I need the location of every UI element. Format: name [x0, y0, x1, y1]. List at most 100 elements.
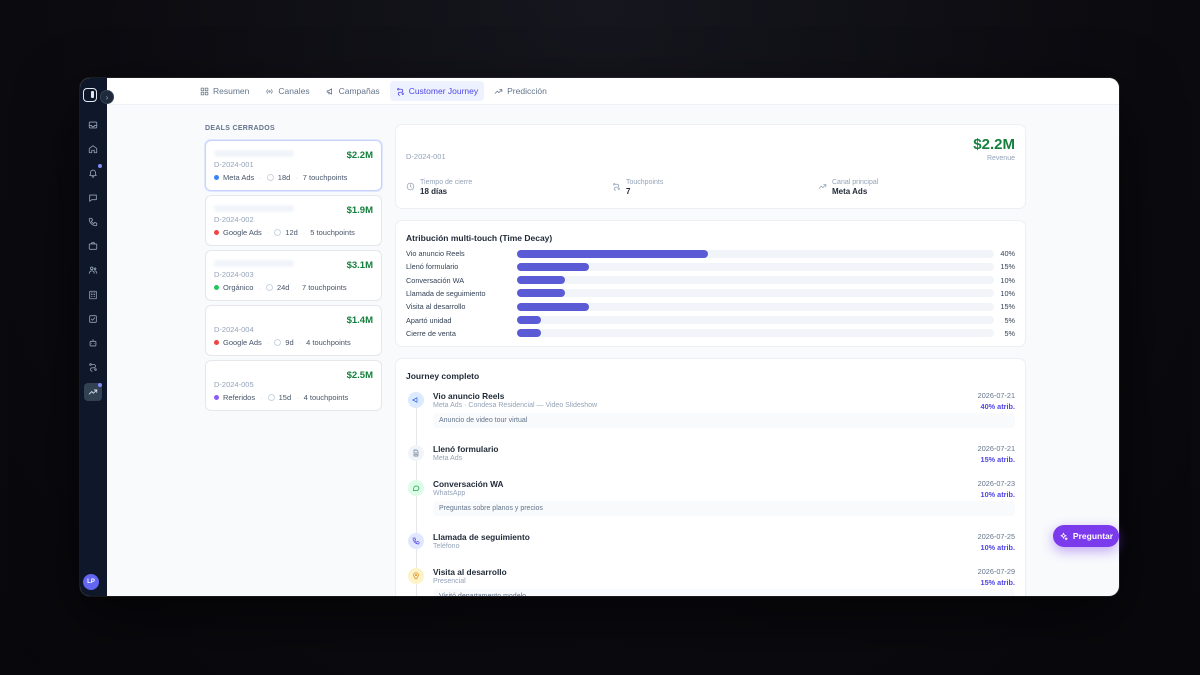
- journey-step-date: 2026-07-29: [977, 567, 1015, 576]
- clock-icon: [267, 394, 275, 401]
- clock-icon: [274, 339, 282, 346]
- trending-up-icon: [818, 184, 827, 189]
- deal-card[interactable]: D-2024-003 $3.1M Orgánico · 24d · 7 touc…: [205, 250, 382, 301]
- tab-campanas[interactable]: Campañas: [320, 81, 386, 101]
- deal-meta: Google Ads · 12d · 5 touchpoints: [214, 228, 355, 237]
- deal-meta: Orgánico · 24d · 7 touchpoints: [214, 283, 347, 292]
- deal-client-name-redacted: [214, 260, 294, 267]
- attribution-bar-track: [517, 316, 994, 324]
- journey-step-title: Vio anuncio Reels: [433, 391, 505, 401]
- attribution-label: Llenó formulario: [406, 262, 459, 272]
- stat-closing-time: Tiempo de cierre 18 días: [406, 179, 472, 196]
- journey-step-attribution: 10% atrib.: [980, 490, 1015, 499]
- attribution-label: Cierre de venta: [406, 328, 456, 338]
- attribution-bar-track: [517, 329, 994, 338]
- map-pin-icon: [408, 568, 424, 584]
- tab-label: Resumen: [213, 86, 250, 96]
- grid-icon: [200, 87, 209, 95]
- megaphone-icon: [408, 392, 424, 408]
- sidebar-trending-icon[interactable]: [84, 383, 102, 401]
- deal-client-name-redacted: [214, 150, 294, 157]
- app-logo-icon[interactable]: [83, 88, 97, 102]
- tab-resumen[interactable]: Resumen: [194, 81, 255, 101]
- sidebar-briefcase-icon[interactable]: [84, 237, 102, 255]
- journey-step-note: Visitó departamento modelo: [433, 589, 1015, 596]
- journey-step-note: Preguntas sobre planos y precios: [433, 501, 1015, 516]
- deal-summary-card: D-2024-001 $2.2M Revenue Tiempo de cierr…: [395, 124, 1026, 209]
- deal-card[interactable]: D-2024-001 $2.2M Meta Ads · 18d · 7 touc…: [205, 140, 382, 191]
- tab-customer-journey[interactable]: Customer Journey: [389, 81, 485, 101]
- notification-dot: [98, 164, 102, 168]
- attribution-label: Visita al desarrollo: [406, 302, 466, 312]
- journey-step-title: Llenó formulario: [433, 444, 499, 454]
- main-content: Resumen Canales Campañas Customer Journe…: [107, 78, 1119, 596]
- summary-deal-id: D-2024-001: [406, 152, 446, 161]
- attribution-pct: 10%: [1000, 288, 1015, 298]
- sidebar-checkbox-icon[interactable]: [84, 310, 102, 328]
- clock-icon: [274, 229, 282, 236]
- attribution-pct: 5%: [1004, 315, 1015, 325]
- sidebar-home-icon[interactable]: [84, 140, 102, 158]
- app-window: LP › Resumen Canales Campañas Customer J…: [80, 78, 1119, 596]
- deal-days: 12d: [285, 228, 298, 237]
- journey-step-date: 2026-07-25: [977, 532, 1015, 541]
- deal-card[interactable]: D-2024-005 $2.5M Referidos · 15d · 4 tou…: [205, 360, 382, 411]
- user-avatar[interactable]: LP: [83, 574, 99, 590]
- deal-card[interactable]: D-2024-002 $1.9M Google Ads · 12d · 5 to…: [205, 195, 382, 246]
- deal-channel: Google Ads: [223, 228, 262, 237]
- journey-step-source: Teléfono: [433, 543, 460, 550]
- route-icon: [396, 87, 404, 96]
- ask-button-label: Preguntar: [1072, 531, 1114, 541]
- journey-step-attribution: 15% atrib.: [980, 578, 1015, 587]
- attribution-bar-track: [517, 302, 994, 311]
- channel-dot: [214, 395, 219, 400]
- deal-touchpoints: 4 touchpoints: [306, 338, 351, 347]
- deal-card[interactable]: D-2024-004 $1.4M Google Ads · 9d · 4 tou…: [205, 305, 382, 356]
- collapse-sidebar-button[interactable]: ›: [100, 90, 114, 104]
- deal-id: D-2024-003: [214, 270, 254, 279]
- channel-dot: [214, 340, 219, 345]
- journey-step-title: Visita al desarrollo: [433, 567, 507, 577]
- attribution-bar-track: [517, 249, 994, 258]
- attribution-pct: 40%: [1000, 249, 1015, 258]
- attribution-row: Cierre de venta 5%: [406, 329, 1015, 338]
- journey-step-date: 2026-07-23: [977, 479, 1015, 488]
- sidebar-bot-icon[interactable]: [84, 334, 102, 352]
- tab-prediccion[interactable]: Predicción: [488, 81, 553, 101]
- journey-step-title: Conversación WA: [433, 479, 504, 489]
- attribution-title: Atribución multi-touch (Time Decay): [406, 233, 553, 243]
- attribution-bar: [517, 276, 565, 285]
- attribution-row: Visita al desarrollo 15%: [406, 302, 1015, 311]
- attribution-bar-track: [517, 289, 994, 298]
- sidebar-building-icon[interactable]: [84, 286, 102, 304]
- megaphone-icon: [326, 88, 332, 94]
- sidebar-bell-icon[interactable]: [84, 164, 102, 182]
- sidebar-phone-icon[interactable]: [84, 213, 102, 231]
- attribution-row: Vio anuncio Reels 40%: [406, 249, 1015, 258]
- attribution-bar: [517, 329, 541, 338]
- sidebar-users-icon[interactable]: [84, 261, 102, 279]
- deal-id: D-2024-001: [214, 160, 254, 169]
- journey-step-date: 2026-07-21: [977, 444, 1015, 453]
- sidebar-chat-icon[interactable]: [84, 189, 102, 207]
- tab-label: Customer Journey: [408, 86, 479, 96]
- summary-revenue-label: Revenue: [986, 155, 1015, 162]
- attribution-card: Atribución multi-touch (Time Decay) Vio …: [395, 220, 1026, 347]
- sidebar-route-icon[interactable]: [84, 358, 102, 376]
- trending-up-icon: [494, 88, 503, 94]
- channel-dot: [214, 285, 219, 290]
- ask-ai-button[interactable]: Preguntar: [1053, 525, 1119, 547]
- deal-touchpoints: 4 touchpoints: [303, 393, 349, 402]
- journey-step-source: Meta Ads: [433, 455, 463, 462]
- tab-canales[interactable]: Canales: [259, 81, 315, 101]
- deals-section-title: DEALS CERRADOS: [205, 125, 275, 132]
- tab-label: Campañas: [338, 86, 380, 96]
- journey-step-source: Presencial: [433, 578, 466, 585]
- attribution-pct: 10%: [1000, 275, 1015, 285]
- journey-step-title: Llamada de seguimiento: [433, 532, 530, 542]
- deal-touchpoints: 7 touchpoints: [302, 173, 348, 182]
- journey-step-source: WhatsApp: [433, 490, 466, 497]
- attribution-pct: 15%: [1000, 302, 1015, 312]
- sidebar-inbox-icon[interactable]: [84, 116, 102, 134]
- channel-dot: [214, 175, 219, 180]
